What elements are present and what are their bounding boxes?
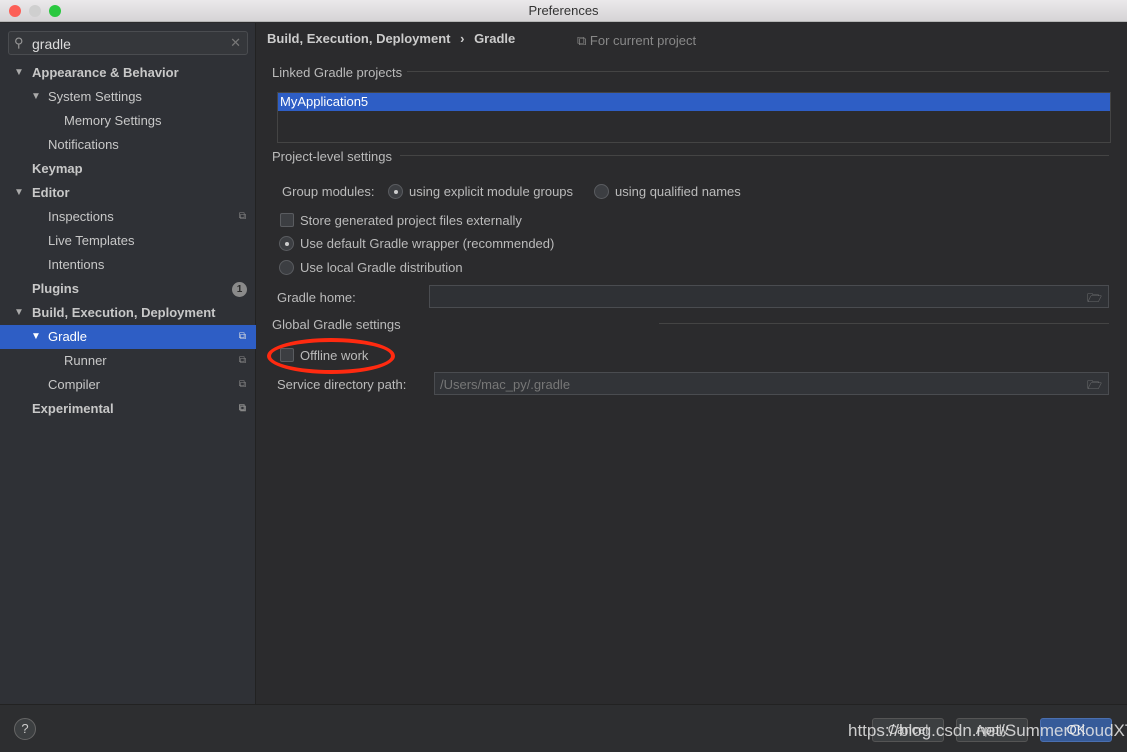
qualified-names-radio[interactable]	[594, 184, 609, 199]
global-settings-title: Global Gradle settings	[272, 317, 401, 332]
watermark: https://blog.csdn.net/SummerCloudXT	[848, 721, 1127, 740]
search-icon: ⚲	[14, 35, 24, 50]
sidebar-item-label: System Settings	[48, 89, 142, 104]
group-modules-label: Group modules:	[282, 184, 375, 199]
qualified-names-label[interactable]: using qualified names	[615, 184, 741, 199]
sidebar-item-label: Plugins	[32, 281, 79, 296]
breadcrumb-parent[interactable]: Build, Execution, Deployment	[267, 31, 450, 46]
linked-projects-list: MyApplication5	[277, 92, 1111, 143]
list-item[interactable]: MyApplication5	[278, 93, 1110, 111]
sidebar-item-memory-settings[interactable]: Memory Settings	[0, 109, 256, 133]
plugins-badge: 1	[232, 282, 247, 297]
sidebar-item-label: Build, Execution, Deployment	[32, 305, 216, 320]
explicit-groups-radio[interactable]	[388, 184, 403, 199]
sidebar-item-plugins[interactable]: Plugins 1	[0, 277, 256, 301]
close-window-button[interactable]	[9, 5, 21, 17]
sidebar-item-live-templates[interactable]: Live Templates	[0, 229, 256, 253]
sidebar-item-keymap[interactable]: Keymap	[0, 157, 256, 181]
sidebar-item-label: Experimental	[32, 401, 114, 416]
sidebar-item-inspections[interactable]: Inspections ⧉	[0, 205, 256, 229]
window-title: Preferences	[528, 3, 599, 18]
sidebar-item-editor[interactable]: ▼ Editor	[0, 181, 256, 205]
service-dir-field[interactable]: /Users/mac_py/.gradle 🗁	[434, 372, 1109, 395]
sidebar-item-label: Keymap	[32, 161, 83, 176]
sidebar-item-appearance[interactable]: ▼ Appearance & Behavior	[0, 61, 256, 85]
gradle-home-field[interactable]: 🗁	[429, 285, 1109, 308]
sidebar-item-label: Intentions	[48, 257, 105, 272]
help-button[interactable]: ?	[14, 718, 36, 740]
minimize-window-button[interactable]	[29, 5, 41, 17]
copy-icon: ⧉	[577, 33, 590, 48]
breadcrumb: Build, Execution, Deployment › Gradle	[267, 31, 515, 46]
settings-panel: Build, Execution, Deployment › Gradle ⧉ …	[257, 23, 1127, 704]
sidebar-item-runner[interactable]: Runner ⧉	[0, 349, 256, 373]
search-value: gradle	[32, 36, 71, 52]
sidebar-item-compiler[interactable]: Compiler ⧉	[0, 373, 256, 397]
sidebar-item-label: Gradle	[48, 329, 88, 344]
copy-icon: ⧉	[238, 331, 246, 342]
title-bar: Preferences	[0, 0, 1127, 22]
linked-projects-title: Linked Gradle projects	[272, 65, 403, 80]
local-distribution-radio[interactable]	[279, 260, 294, 275]
sidebar-item-build[interactable]: ▼ Build, Execution, Deployment	[0, 301, 256, 325]
sidebar-item-system-settings[interactable]: ▼ System Settings	[0, 85, 256, 109]
default-wrapper-radio[interactable]	[279, 236, 294, 251]
sidebar-item-gradle[interactable]: ▼ Gradle ⧉	[0, 325, 256, 349]
sidebar-item-label: Appearance & Behavior	[32, 65, 179, 80]
sidebar-item-label: Live Templates	[48, 233, 135, 248]
gradle-home-label: Gradle home:	[277, 290, 356, 305]
annotation-circle	[267, 338, 395, 374]
scope-label: For current project	[589, 33, 697, 48]
folder-icon[interactable]: 🗁	[1087, 289, 1102, 310]
store-external-label[interactable]: Store generated project files externally	[300, 213, 522, 228]
copy-icon: ⧉	[238, 379, 246, 390]
search-input[interactable]: ⚲ gradle ✕	[8, 31, 248, 55]
copy-icon: ⧉	[238, 355, 246, 366]
default-wrapper-label[interactable]: Use default Gradle wrapper (recommended)	[300, 236, 554, 251]
breadcrumb-separator: ›	[460, 31, 465, 46]
copy-icon: ⧉	[238, 211, 246, 222]
breadcrumb-current: Gradle	[474, 31, 516, 46]
zoom-window-button[interactable]	[49, 5, 61, 17]
sidebar-item-experimental[interactable]: Experimental ⧉	[0, 397, 256, 421]
local-distribution-label[interactable]: Use local Gradle distribution	[300, 260, 463, 275]
sidebar-item-label: Inspections	[48, 209, 114, 224]
copy-icon: ⧉	[238, 403, 246, 414]
sidebar-item-label: Runner	[64, 353, 107, 368]
sidebar-item-label: Memory Settings	[64, 113, 162, 128]
folder-icon[interactable]: 🗁	[1087, 376, 1102, 397]
sidebar: ⚲ gradle ✕ ▼ Appearance & Behavior ▼ Syste…	[0, 23, 256, 704]
clear-icon[interactable]: ✕	[230, 35, 241, 51]
sidebar-item-label: Notifications	[48, 137, 119, 152]
sidebar-item-intentions[interactable]: Intentions	[0, 253, 256, 277]
sidebar-item-notifications[interactable]: Notifications	[0, 133, 256, 157]
project-level-title: Project-level settings	[272, 149, 392, 164]
sidebar-item-label: Editor	[32, 185, 70, 200]
service-dir-label: Service directory path:	[277, 377, 407, 392]
service-dir-placeholder: /Users/mac_py/.gradle	[440, 377, 571, 392]
store-external-checkbox[interactable]	[280, 213, 294, 227]
explicit-groups-label[interactable]: using explicit module groups	[409, 184, 573, 199]
sidebar-item-label: Compiler	[48, 377, 101, 392]
